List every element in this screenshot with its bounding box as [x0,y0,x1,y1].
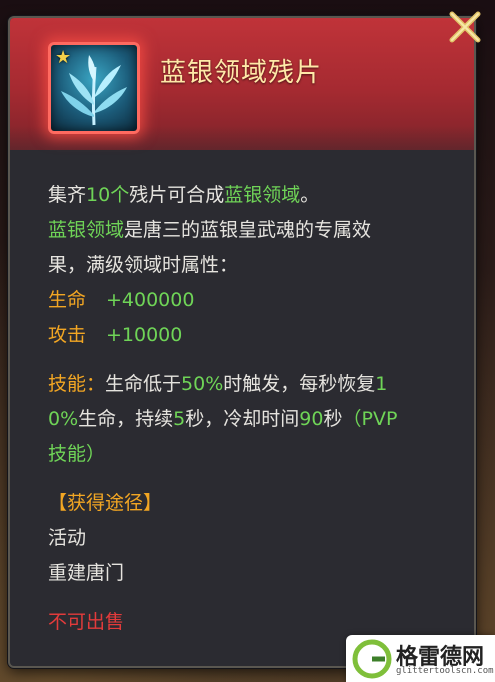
attribute-row: 生命 +400000 [48,283,468,318]
attribute-label: 生命 [48,289,87,311]
skill-label: 技能： [48,373,106,395]
skill-number: 50% [181,373,224,395]
watermark-logo-icon [352,639,392,679]
watermark-badge: 格雷德网 glittertoolscn.com [346,635,495,682]
description-line-1: 集齐10个残片可合成蓝银领域。 [48,178,468,213]
description-line-3: 果，满级领域时属性： [48,254,239,276]
skill-number: 90 [299,408,324,430]
text-segment: 生命，持续 [78,408,174,430]
highlight-item-name: 蓝银领域 [48,219,125,241]
skill-number: 1 [375,373,388,395]
watermark-url: glittertoolscn.com [396,666,494,676]
text-segment: 生命低于 [105,373,182,395]
attribute-label: 攻击 [48,324,87,346]
item-icon-frame: ★ [48,42,140,134]
text-segment: 残片可合成 [129,184,225,206]
item-description: 集齐10个残片可合成蓝银领域。 蓝银领域是唐三的蓝银皇武魂的专属效 果，满级领域… [48,178,468,640]
text-segment: 。 [300,184,320,206]
attribute-value: +400000 [106,289,195,311]
attribute-value: +10000 [106,324,183,346]
text-segment: 集齐 [48,184,87,206]
skill-line-3: 技能） [48,437,468,472]
skill-number: 0% [48,408,79,430]
item-title: 蓝银领域残片 [160,58,323,88]
description-line-2: 蓝银领域是唐三的蓝银皇武魂的专属效 [48,213,468,248]
obtain-item: 重建唐门 [48,562,125,584]
skill-number: 5 [173,408,186,430]
skill-line-1: 技能：生命低于50%时触发，每秒恢复1 [48,367,468,402]
highlight-count: 10个 [86,184,130,206]
attribute-row: 攻击 +10000 [48,318,468,353]
blue-silver-grass-icon [61,55,127,126]
skill-tag: 技能） [48,443,106,465]
close-button[interactable] [446,8,484,46]
highlight-item-name: 蓝银领域 [224,184,301,206]
text-segment: 时触发，每秒恢复 [223,373,376,395]
text-segment: 秒 [323,408,343,430]
text-segment: 是唐三的蓝银皇武魂的专属效 [124,219,372,241]
item-tooltip-panel: ★ 蓝银领域残片 集齐10个残片可合成蓝银领域。 蓝银领域是唐三的蓝银皇武魂的专… [8,16,476,668]
text-segment: 秒，冷却时间 [185,408,300,430]
skill-tag: （PVP [342,408,398,430]
obtain-heading: 【获得途径】 [48,492,163,514]
close-icon [449,11,481,43]
skill-line-2: 0%生命，持续5秒，冷却时间90秒（PVP [48,402,468,437]
obtain-item: 活动 [48,527,87,549]
